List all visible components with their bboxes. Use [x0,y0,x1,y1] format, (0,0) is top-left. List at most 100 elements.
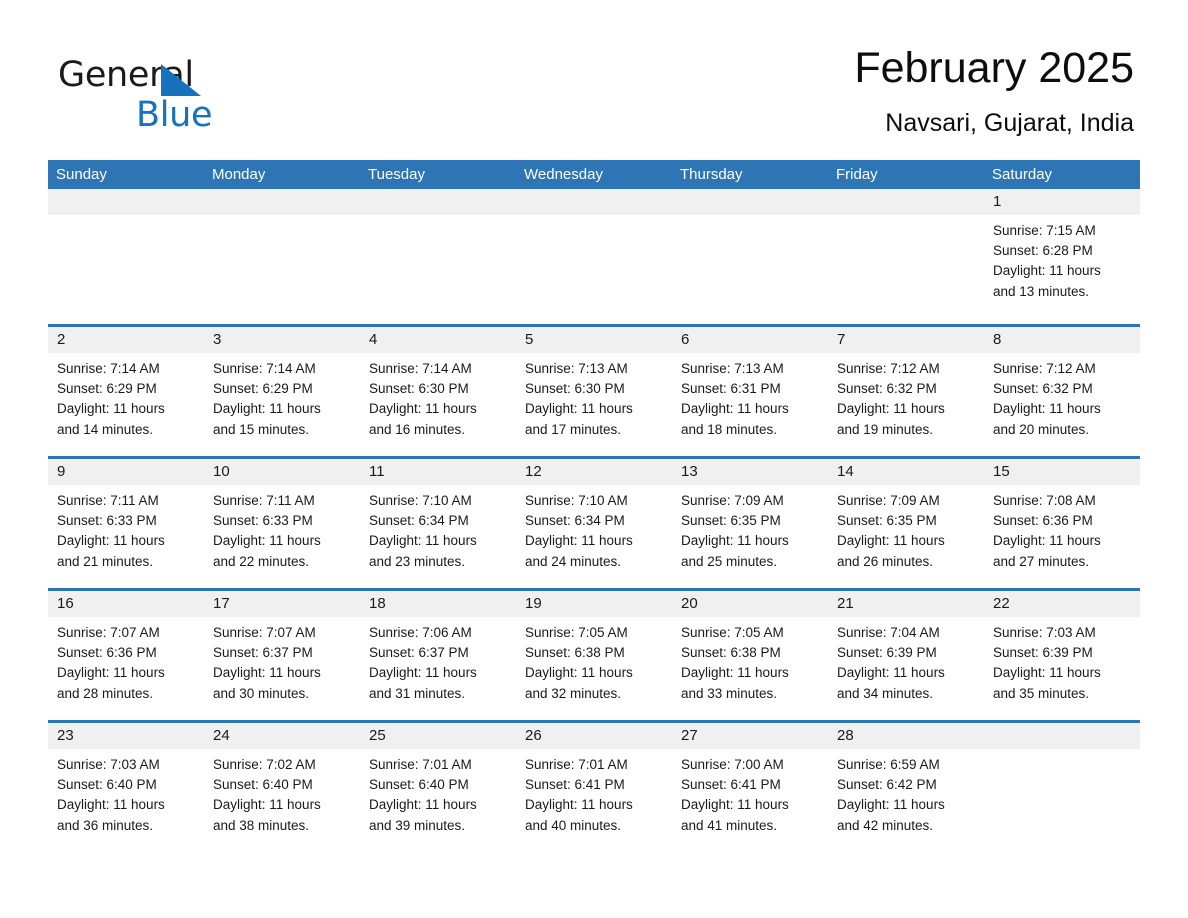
daylight-text-line2: and 27 minutes. [993,553,1090,569]
sunset-text: Sunset: 6:29 PM [213,381,313,397]
day-details: Sunrise: 7:10 AM Sunset: 6:34 PM Daylight:… [360,485,516,572]
daylight-text-line1: Daylight: 11 hours [57,401,165,417]
calendar-day-cell[interactable]: 23 Sunrise: 7:03 AM Sunset: 6:40 PM Dayligh… [48,723,204,852]
day-number-bar: 17 [204,591,360,617]
calendar-day-cell[interactable]: 27 Sunrise: 7:00 AM Sunset: 6:41 PM Dayligh… [672,723,828,852]
sunset-text: Sunset: 6:31 PM [681,381,781,397]
calendar-day-cell[interactable]: 16 Sunrise: 7:07 AM Sunset: 6:36 PM Dayligh… [48,591,204,720]
daylight-text-line2: and 14 minutes. [57,421,154,437]
sunrise-text: Sunrise: 7:10 AM [369,493,472,508]
calendar-day-cell-empty [672,189,828,324]
daylight-text-line1: Daylight: 11 hours [369,797,477,813]
calendar-day-cell[interactable]: 18 Sunrise: 7:06 AM Sunset: 6:37 PM Dayligh… [360,591,516,720]
daylight-text-line1: Daylight: 11 hours [993,533,1101,549]
calendar-day-cell[interactable]: 26 Sunrise: 7:01 AM Sunset: 6:41 PM Dayligh… [516,723,672,852]
day-number: 19 [525,595,542,612]
calendar-day-cell[interactable]: 25 Sunrise: 7:01 AM Sunset: 6:40 PM Dayligh… [360,723,516,852]
calendar-day-cell[interactable]: 28 Sunrise: 6:59 AM Sunset: 6:42 PM Dayligh… [828,723,984,852]
day-number: 21 [837,595,854,612]
daylight-text-line2: and 38 minutes. [213,817,310,833]
sunrise-text: Sunrise: 6:59 AM [837,757,940,772]
sunset-text: Sunset: 6:36 PM [57,645,157,661]
calendar-day-cell[interactable]: 24 Sunrise: 7:02 AM Sunset: 6:40 PM Dayligh… [204,723,360,852]
sunrise-text: Sunrise: 7:05 AM [681,625,784,640]
calendar-day-cell[interactable]: 21 Sunrise: 7:04 AM Sunset: 6:39 PM Dayligh… [828,591,984,720]
sunrise-text: Sunrise: 7:09 AM [681,493,784,508]
daylight-text-line1: Daylight: 11 hours [213,401,321,417]
daylight-text-line2: and 21 minutes. [57,553,154,569]
calendar-day-cell[interactable]: 8 Sunrise: 7:12 AM Sunset: 6:32 PM Daylight… [984,327,1140,456]
day-details: Sunrise: 7:04 AM Sunset: 6:39 PM Daylight:… [828,617,984,704]
day-number-bar: 1 [984,189,1140,215]
daylight-text-line2: and 17 minutes. [525,421,622,437]
calendar-week-row: 1 Sunrise: 7:15 AM Sunset: 6:28 PM Daylight… [48,189,1140,324]
calendar-day-cell-empty [984,723,1140,852]
day-number: 7 [837,331,846,348]
sunrise-text: Sunrise: 7:14 AM [57,361,160,376]
calendar-day-cell-empty [828,189,984,324]
sunrise-text: Sunrise: 7:03 AM [993,625,1096,640]
day-number: 9 [57,463,66,480]
calendar-day-cell[interactable]: 12 Sunrise: 7:10 AM Sunset: 6:34 PM Dayligh… [516,459,672,588]
calendar-day-cell[interactable]: 9 Sunrise: 7:11 AM Sunset: 6:33 PM Daylight… [48,459,204,588]
page-subtitle: Navsari, Gujarat, India [885,109,1134,137]
day-number: 14 [837,463,854,480]
calendar-day-cell[interactable]: 19 Sunrise: 7:05 AM Sunset: 6:38 PM Dayligh… [516,591,672,720]
calendar-day-cell[interactable]: 5 Sunrise: 7:13 AM Sunset: 6:30 PM Daylight… [516,327,672,456]
sunset-text: Sunset: 6:35 PM [837,513,937,529]
calendar-day-cell[interactable]: 15 Sunrise: 7:08 AM Sunset: 6:36 PM Dayligh… [984,459,1140,588]
day-details: Sunrise: 7:05 AM Sunset: 6:38 PM Daylight:… [516,617,672,704]
calendar-day-cell[interactable]: 3 Sunrise: 7:14 AM Sunset: 6:29 PM Daylight… [204,327,360,456]
daylight-text-line1: Daylight: 11 hours [993,665,1101,681]
day-number-bar: 20 [672,591,828,617]
calendar-day-cell[interactable]: 14 Sunrise: 7:09 AM Sunset: 6:35 PM Dayligh… [828,459,984,588]
sunset-text: Sunset: 6:28 PM [993,243,1093,259]
calendar-day-cell[interactable]: 20 Sunrise: 7:05 AM Sunset: 6:38 PM Dayligh… [672,591,828,720]
calendar-day-cell[interactable]: 17 Sunrise: 7:07 AM Sunset: 6:37 PM Dayligh… [204,591,360,720]
day-details: Sunrise: 7:15 AM Sunset: 6:28 PM Daylight:… [984,215,1140,302]
day-number-bar [204,189,360,215]
weekday-header-saturday: Saturday [992,166,1053,183]
day-number-bar: 27 [672,723,828,749]
day-number-bar: 2 [48,327,204,353]
daylight-text-line2: and 34 minutes. [837,685,934,701]
day-details: Sunrise: 7:03 AM Sunset: 6:39 PM Daylight:… [984,617,1140,704]
weekday-header-sunday: Sunday [56,166,107,183]
day-number-bar: 26 [516,723,672,749]
day-details: Sunrise: 7:14 AM Sunset: 6:29 PM Daylight:… [48,353,204,440]
daylight-text-line1: Daylight: 11 hours [837,665,945,681]
calendar-day-cell[interactable]: 7 Sunrise: 7:12 AM Sunset: 6:32 PM Daylight… [828,327,984,456]
sunset-text: Sunset: 6:40 PM [57,777,157,793]
calendar-day-cell[interactable]: 2 Sunrise: 7:14 AM Sunset: 6:29 PM Daylight… [48,327,204,456]
calendar-day-cell[interactable]: 10 Sunrise: 7:11 AM Sunset: 6:33 PM Dayligh… [204,459,360,588]
daylight-text-line1: Daylight: 11 hours [57,797,165,813]
day-details: Sunrise: 7:09 AM Sunset: 6:35 PM Daylight:… [672,485,828,572]
sunrise-text: Sunrise: 7:13 AM [681,361,784,376]
daylight-text-line1: Daylight: 11 hours [837,401,945,417]
sunset-text: Sunset: 6:38 PM [525,645,625,661]
daylight-text-line1: Daylight: 11 hours [525,401,633,417]
sunrise-text: Sunrise: 7:08 AM [993,493,1096,508]
calendar-day-cell[interactable]: 13 Sunrise: 7:09 AM Sunset: 6:35 PM Dayligh… [672,459,828,588]
calendar-day-cell[interactable]: 11 Sunrise: 7:10 AM Sunset: 6:34 PM Dayligh… [360,459,516,588]
daylight-text-line1: Daylight: 11 hours [525,665,633,681]
sunset-text: Sunset: 6:35 PM [681,513,781,529]
calendar-day-cell[interactable]: 1 Sunrise: 7:15 AM Sunset: 6:28 PM Daylight… [984,189,1140,324]
weekday-header-wednesday: Wednesday [524,166,603,183]
day-number-bar: 22 [984,591,1140,617]
day-details: Sunrise: 7:00 AM Sunset: 6:41 PM Daylight:… [672,749,828,836]
calendar-day-cell[interactable]: 4 Sunrise: 7:14 AM Sunset: 6:30 PM Daylight… [360,327,516,456]
day-details: Sunrise: 7:11 AM Sunset: 6:33 PM Daylight:… [204,485,360,572]
sunset-text: Sunset: 6:33 PM [213,513,313,529]
calendar-day-cell[interactable]: 22 Sunrise: 7:03 AM Sunset: 6:39 PM Dayligh… [984,591,1140,720]
day-number-bar: 4 [360,327,516,353]
day-number: 20 [681,595,698,612]
calendar-day-cell[interactable]: 6 Sunrise: 7:13 AM Sunset: 6:31 PM Daylight… [672,327,828,456]
day-number-bar: 16 [48,591,204,617]
calendar-day-cell-empty [204,189,360,324]
daylight-text-line2: and 26 minutes. [837,553,934,569]
day-details: Sunrise: 7:13 AM Sunset: 6:31 PM Daylight:… [672,353,828,440]
day-number: 6 [681,331,690,348]
title-block: February 2025 Navsari, Gujarat, India [854,40,1134,138]
sunrise-text: Sunrise: 7:12 AM [837,361,940,376]
